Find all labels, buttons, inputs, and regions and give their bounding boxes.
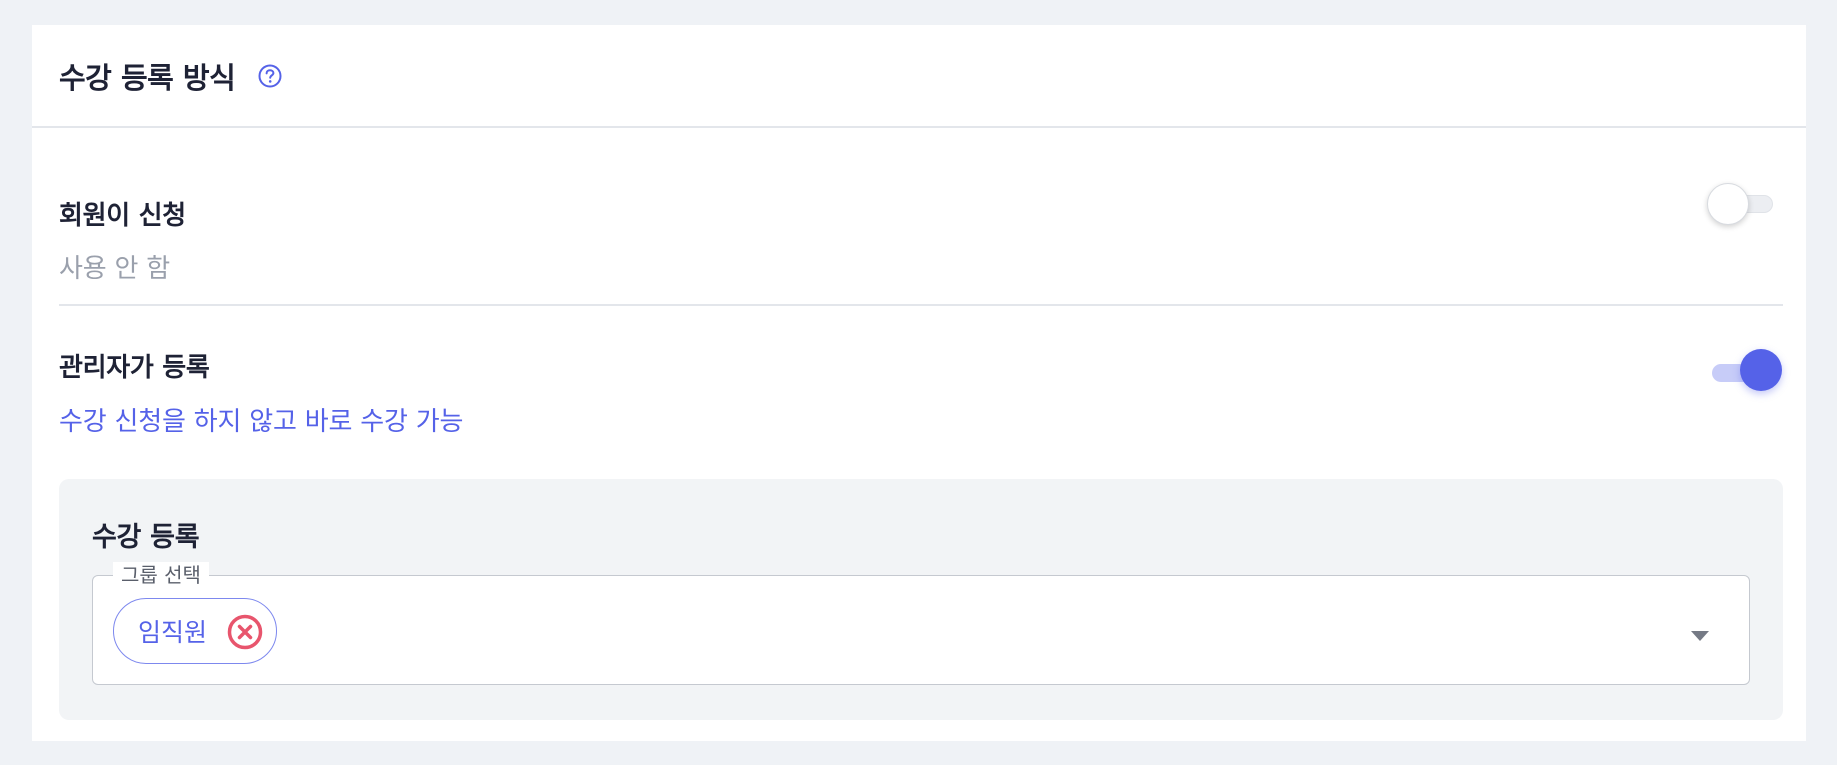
page-title: 수강 등록 방식 <box>59 60 236 95</box>
admin-register-row: 관리자가 등록 수강 신청을 하지 않고 바로 수강 가능 <box>59 308 1783 482</box>
enrollment-panel: 수강 등록 그룹 선택 임직원 <box>59 479 1783 720</box>
member-request-row: 회원이 신청 사용 안 함 <box>59 130 1783 306</box>
enrollment-title: 수강 등록 <box>92 522 200 553</box>
group-select-field[interactable]: 그룹 선택 임직원 <box>92 562 1750 685</box>
admin-register-toggle[interactable] <box>1712 349 1802 399</box>
question-circle-icon[interactable] <box>257 63 283 89</box>
caret-down-icon[interactable] <box>1691 626 1709 641</box>
selected-group-chip: 임직원 <box>113 598 277 664</box>
member-request-title: 회원이 신청 <box>59 201 186 231</box>
member-request-toggle[interactable] <box>1699 180 1789 230</box>
close-circle-icon[interactable] <box>227 614 263 650</box>
admin-register-title: 관리자가 등록 <box>59 353 210 383</box>
enrollment-settings-card: 수강 등록 방식 회원이 신청 사용 안 함 관리자가 등록 수강 신청을 하지… <box>32 25 1806 741</box>
card-header: 수강 등록 방식 <box>32 25 1806 128</box>
group-select-label: 그룹 선택 <box>113 562 209 588</box>
member-request-status: 사용 안 함 <box>59 254 171 284</box>
chip-label: 임직원 <box>138 618 208 647</box>
toggle-thumb <box>1740 349 1782 391</box>
admin-register-description: 수강 신청을 하지 않고 바로 수강 가능 <box>59 407 464 437</box>
toggle-thumb <box>1707 183 1749 225</box>
